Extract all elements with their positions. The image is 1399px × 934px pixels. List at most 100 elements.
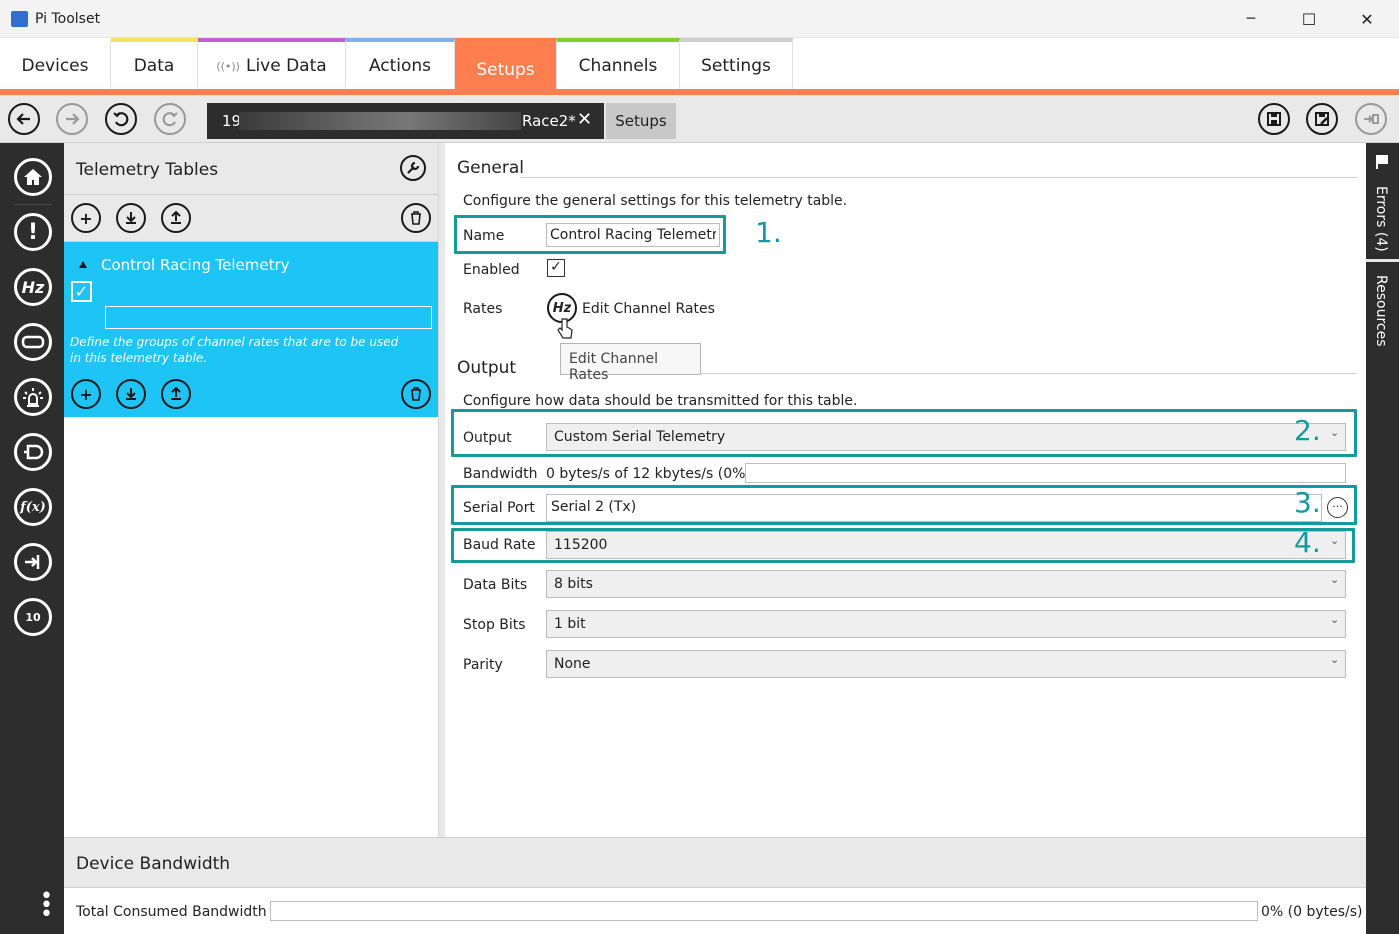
total-bandwidth-value: 0% (0 bytes/s) bbox=[1261, 904, 1363, 920]
general-heading: General bbox=[457, 158, 524, 178]
data-bits-label: Data Bits bbox=[463, 577, 528, 593]
stop-bits-chevron-icon: ⌄ bbox=[1330, 613, 1340, 626]
connector-icon[interactable] bbox=[14, 433, 52, 471]
table-description-input[interactable] bbox=[105, 306, 432, 329]
name-input[interactable] bbox=[546, 223, 720, 247]
undo-icon bbox=[113, 112, 129, 127]
stop-bits-value: 1 bit bbox=[554, 616, 586, 632]
device-bandwidth-row: Total Consumed Bandwidth 0% (0 bytes/s) bbox=[64, 888, 1366, 934]
parity-chevron-icon: ⌄ bbox=[1330, 653, 1340, 666]
live-data-icon: ((•)) bbox=[216, 59, 240, 73]
general-rule bbox=[520, 177, 1357, 178]
document-close-icon[interactable]: ✕ bbox=[577, 109, 592, 130]
undo-button[interactable] bbox=[105, 103, 137, 135]
device-icon[interactable] bbox=[14, 323, 52, 361]
arrow-right-icon bbox=[66, 113, 80, 125]
errors-tab[interactable]: Errors (4) bbox=[1373, 186, 1389, 252]
bandwidth-bar bbox=[745, 463, 1346, 483]
export-button[interactable] bbox=[1355, 103, 1387, 135]
import-table-icon[interactable] bbox=[116, 203, 146, 233]
telemetry-tables-title: Telemetry Tables bbox=[76, 160, 219, 180]
import-icon[interactable] bbox=[14, 543, 52, 581]
wrench-icon[interactable] bbox=[400, 155, 426, 181]
serial-port-value: Serial 2 (Tx) bbox=[551, 499, 637, 515]
total-bandwidth-bar bbox=[270, 901, 1258, 921]
home-icon[interactable] bbox=[14, 158, 52, 196]
annotation-1: 1. bbox=[755, 216, 782, 249]
minimize-button[interactable]: ─ bbox=[1222, 0, 1280, 38]
tab-channels[interactable]: Channels bbox=[557, 38, 680, 90]
bandwidth-value: 0 bytes/s of 12 kbytes/s (0%) bbox=[546, 466, 751, 482]
redo-button[interactable] bbox=[154, 103, 186, 135]
tab-setups[interactable]: Setups bbox=[455, 38, 557, 94]
window-title: Pi Toolset bbox=[35, 11, 101, 27]
annotation-2: 2. bbox=[1294, 414, 1321, 447]
output-rule bbox=[701, 373, 1357, 374]
tab-settings[interactable]: Settings bbox=[680, 38, 793, 90]
serial-port-more-button[interactable]: ··· bbox=[1327, 497, 1348, 518]
total-bandwidth-label: Total Consumed Bandwidth bbox=[76, 904, 267, 920]
close-button[interactable]: ✕ bbox=[1338, 0, 1396, 38]
tab-devices[interactable]: Devices bbox=[0, 38, 111, 90]
splitter[interactable] bbox=[439, 143, 445, 837]
annotation-4: 4. bbox=[1294, 526, 1321, 559]
collapse-triangle-icon[interactable] bbox=[79, 261, 87, 268]
stop-bits-dropdown[interactable]: 1 bit bbox=[546, 610, 1346, 638]
tab-data[interactable]: Data bbox=[111, 38, 198, 90]
serial-port-label: Serial Port bbox=[463, 500, 535, 516]
back-button[interactable] bbox=[8, 103, 40, 135]
flag-icon bbox=[1375, 154, 1389, 174]
telemetry-tables-header: Telemetry Tables bbox=[64, 143, 438, 195]
app-icon bbox=[11, 11, 28, 27]
delete-group-icon[interactable] bbox=[401, 379, 431, 409]
title-bar bbox=[0, 0, 1399, 38]
serial-port-field[interactable]: Serial 2 (Tx) bbox=[546, 494, 1322, 522]
maximize-button[interactable]: ☐ bbox=[1280, 0, 1338, 38]
resources-tab[interactable]: Resources bbox=[1373, 275, 1389, 347]
parity-dropdown[interactable]: None bbox=[546, 650, 1346, 678]
hz-icon[interactable]: Hz bbox=[14, 268, 52, 306]
output-description: Configure how data should be transmitted… bbox=[463, 393, 858, 409]
name-label: Name bbox=[463, 228, 505, 244]
tab-actions[interactable]: Actions bbox=[346, 38, 455, 90]
document-name: Race2* bbox=[522, 112, 576, 130]
add-group-icon[interactable]: + bbox=[71, 379, 101, 409]
edit-channel-rates-link[interactable]: Edit Channel Rates bbox=[582, 301, 715, 317]
save-as-button[interactable] bbox=[1306, 103, 1338, 135]
save-button[interactable] bbox=[1258, 103, 1290, 135]
general-description: Configure the general settings for this … bbox=[463, 193, 848, 209]
more-menu-icon[interactable]: • • • bbox=[40, 886, 53, 926]
export-group-icon[interactable] bbox=[161, 379, 191, 409]
device-bandwidth-title: Device Bandwidth bbox=[76, 854, 231, 874]
enabled-checkbox[interactable]: ✓ bbox=[547, 259, 565, 277]
binary-icon[interactable]: 10 bbox=[14, 598, 52, 636]
output-label: Output bbox=[463, 430, 512, 446]
alert-icon[interactable]: ! bbox=[14, 213, 52, 251]
baud-rate-dropdown[interactable]: 115200 bbox=[546, 531, 1346, 559]
left-nav bbox=[0, 143, 64, 934]
import-group-icon[interactable] bbox=[116, 379, 146, 409]
tab-live-data[interactable]: ((•)) Live Data bbox=[198, 38, 346, 90]
output-dropdown[interactable]: Custom Serial Telemetry bbox=[546, 423, 1346, 451]
telemetry-tables-toolbar: + bbox=[64, 195, 438, 242]
device-bandwidth-header: Device Bandwidth bbox=[64, 837, 1366, 888]
table-enabled-checkbox[interactable]: ✓ bbox=[71, 281, 92, 302]
setups-chip[interactable]: Setups bbox=[606, 103, 676, 139]
data-bits-value: 8 bits bbox=[554, 576, 593, 592]
annotation-3: 3. bbox=[1294, 486, 1321, 519]
data-bits-dropdown[interactable]: 8 bits bbox=[546, 570, 1346, 598]
baud-rate-label: Baud Rate bbox=[463, 537, 536, 553]
telemetry-table-name: Control Racing Telemetry bbox=[101, 256, 290, 274]
light-icon[interactable] bbox=[14, 378, 52, 416]
delete-icon[interactable] bbox=[401, 203, 431, 233]
rates-label: Rates bbox=[463, 301, 503, 317]
save-as-icon bbox=[1315, 112, 1329, 126]
function-icon[interactable]: f(x) bbox=[14, 488, 52, 526]
output-heading: Output bbox=[457, 358, 517, 378]
add-icon[interactable]: + bbox=[71, 203, 101, 233]
save-icon bbox=[1267, 112, 1281, 126]
forward-button[interactable] bbox=[56, 103, 88, 135]
document-tab[interactable]: 19 Race2* ✕ bbox=[207, 103, 604, 139]
export-table-icon[interactable] bbox=[161, 203, 191, 233]
telemetry-table-item[interactable]: Control Racing Telemetry ✓ Define the gr… bbox=[64, 242, 438, 417]
